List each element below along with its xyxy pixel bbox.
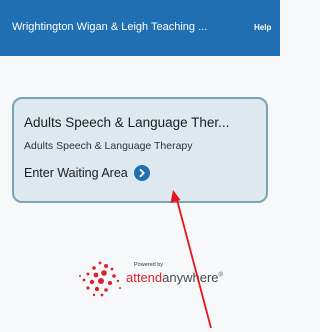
- annotation-arrow: [170, 190, 212, 329]
